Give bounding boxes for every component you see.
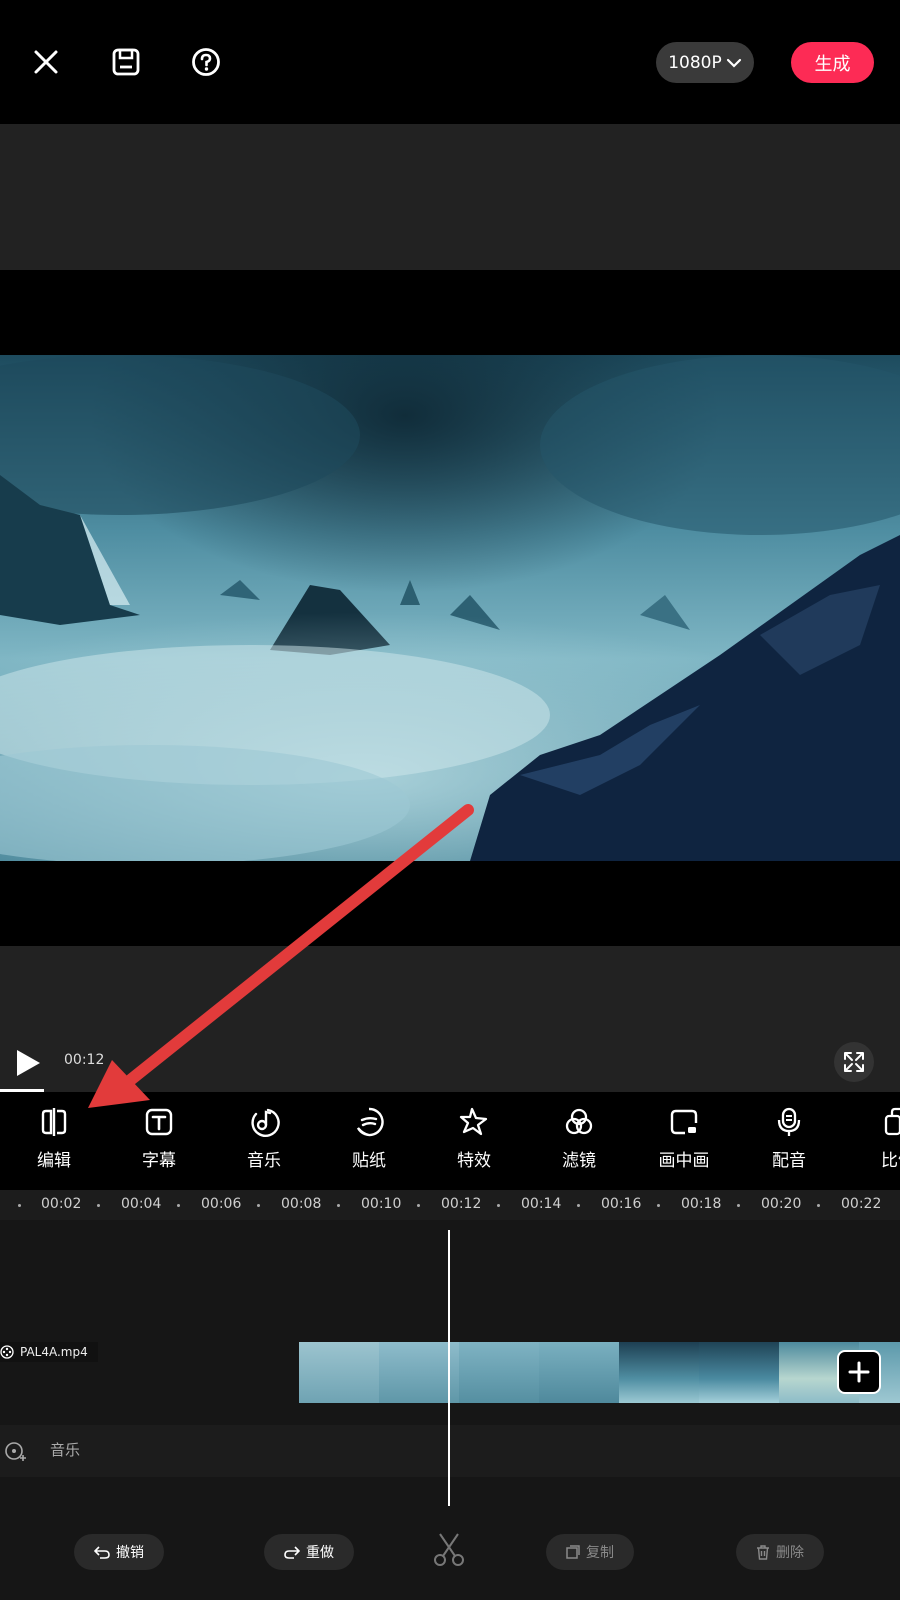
scissors-icon[interactable] xyxy=(432,1532,466,1572)
ruler-dot xyxy=(817,1204,820,1207)
tool-ratio[interactable]: 比例 xyxy=(858,1106,900,1171)
tool-filter[interactable]: 滤镜 xyxy=(539,1106,619,1171)
undo-icon xyxy=(94,1546,110,1559)
film-reel-icon xyxy=(0,1345,14,1359)
tool-label: 编辑 xyxy=(37,1151,71,1171)
ruler-dot xyxy=(177,1204,180,1207)
ruler-tick: 00:20 xyxy=(761,1196,802,1212)
copy-button[interactable]: 复制 xyxy=(546,1534,634,1570)
ruler-dot xyxy=(417,1204,420,1207)
play-icon xyxy=(17,1050,40,1076)
sticker-icon xyxy=(356,1107,384,1137)
undo-button[interactable]: 撤销 xyxy=(74,1534,164,1570)
tool-subtitle[interactable]: 字幕 xyxy=(119,1106,199,1171)
generate-button[interactable]: 生成 xyxy=(791,42,874,83)
tool-voiceover[interactable]: 配音 xyxy=(749,1106,829,1171)
clip-thumbnail xyxy=(379,1342,459,1403)
fullscreen-button[interactable] xyxy=(834,1042,874,1082)
ruler-tick: 00:02 xyxy=(41,1196,82,1212)
current-time: 00:12 xyxy=(64,1052,105,1068)
ruler-tick: 00:06 xyxy=(201,1196,242,1212)
clip-name: PAL4A.mp4 xyxy=(20,1345,88,1359)
video-clip-track[interactable] xyxy=(299,1342,900,1403)
redo-button[interactable]: 重做 xyxy=(264,1534,354,1570)
tool-sticker[interactable]: 贴纸 xyxy=(329,1106,409,1171)
tool-effects[interactable]: 特效 xyxy=(434,1106,514,1171)
close-icon[interactable] xyxy=(28,44,64,80)
tool-label: 比例 xyxy=(881,1151,900,1171)
top-bar: 1080P 生成 xyxy=(0,0,900,124)
bottom-action-bar: 撤销 重做 复制 删除 xyxy=(0,1510,900,1600)
delete-label: 删除 xyxy=(776,1545,804,1561)
tool-label: 音乐 xyxy=(247,1151,281,1171)
ruler-dot xyxy=(18,1204,21,1207)
tool-label: 特效 xyxy=(457,1151,491,1171)
split-edit-icon xyxy=(41,1108,67,1136)
play-button[interactable] xyxy=(12,1046,44,1080)
ruler-tick: 00:12 xyxy=(441,1196,482,1212)
ruler-tick: 00:16 xyxy=(601,1196,642,1212)
delete-button[interactable]: 删除 xyxy=(736,1534,824,1570)
playhead[interactable] xyxy=(448,1230,450,1506)
expand-icon xyxy=(844,1052,864,1072)
microphone-icon xyxy=(777,1107,801,1136)
ruler-tick: 00:10 xyxy=(361,1196,402,1212)
ruler-dot xyxy=(497,1204,500,1207)
copy-label: 复制 xyxy=(586,1545,614,1561)
tool-label: 配音 xyxy=(772,1151,806,1171)
ruler-dot xyxy=(257,1204,260,1207)
redo-icon xyxy=(284,1546,300,1559)
ruler-tick: 00:14 xyxy=(521,1196,562,1212)
ruler-tick: 00:18 xyxy=(681,1196,722,1212)
music-note-icon xyxy=(251,1108,280,1137)
resolution-label: 1080P xyxy=(668,52,722,73)
clip-thumbnail xyxy=(459,1342,539,1403)
ruler-dot xyxy=(337,1204,340,1207)
clip-thumbnail xyxy=(699,1342,779,1403)
undo-label: 撤销 xyxy=(116,1545,144,1561)
ruler-tick: 00:08 xyxy=(281,1196,322,1212)
tool-label: 画中画 xyxy=(658,1151,710,1171)
tool-label: 贴纸 xyxy=(352,1151,386,1171)
tool-label: 字幕 xyxy=(142,1151,176,1171)
redo-label: 重做 xyxy=(306,1545,334,1561)
tool-edit[interactable]: 编辑 xyxy=(14,1106,94,1171)
tool-pip[interactable]: 画中画 xyxy=(644,1106,724,1171)
ratio-icon xyxy=(884,1107,900,1136)
trash-icon xyxy=(757,1544,769,1560)
ruler-dot xyxy=(97,1204,100,1207)
edit-toolbar: 编辑 字幕 音乐 贴纸 特效 滤镜 画中画 配音 比例 xyxy=(0,1092,900,1190)
music-track[interactable]: 音乐 xyxy=(0,1425,900,1477)
star-effect-icon xyxy=(459,1107,488,1136)
save-icon[interactable] xyxy=(108,44,144,80)
text-icon xyxy=(145,1108,173,1136)
ruler-dot xyxy=(737,1204,740,1207)
picture-in-picture-icon xyxy=(670,1109,698,1135)
tool-label: 滤镜 xyxy=(562,1151,596,1171)
resolution-dropdown[interactable]: 1080P xyxy=(656,42,754,83)
ruler-tick: 00:22 xyxy=(841,1196,882,1212)
help-icon[interactable] xyxy=(188,44,224,80)
chevron-down-icon xyxy=(726,58,741,68)
music-track-label: 音乐 xyxy=(50,1441,81,1459)
ruler-dot xyxy=(577,1204,580,1207)
video-preview[interactable] xyxy=(0,355,900,861)
filter-icon xyxy=(565,1108,593,1135)
ruler-tick: 00:04 xyxy=(121,1196,162,1212)
tool-music[interactable]: 音乐 xyxy=(224,1106,304,1171)
copy-icon xyxy=(566,1545,580,1559)
ruler-dot xyxy=(657,1204,660,1207)
clip-thumbnail xyxy=(539,1342,619,1403)
time-ruler[interactable]: 00:02 00:04 00:06 00:08 00:10 00:12 00:1… xyxy=(0,1190,900,1220)
clip-name-tag: PAL4A.mp4 xyxy=(0,1342,98,1362)
clip-thumbnail xyxy=(299,1342,379,1403)
clip-thumbnail xyxy=(619,1342,699,1403)
add-music-icon xyxy=(5,1442,26,1461)
add-clip-button[interactable] xyxy=(837,1350,881,1394)
plus-icon xyxy=(848,1361,870,1383)
